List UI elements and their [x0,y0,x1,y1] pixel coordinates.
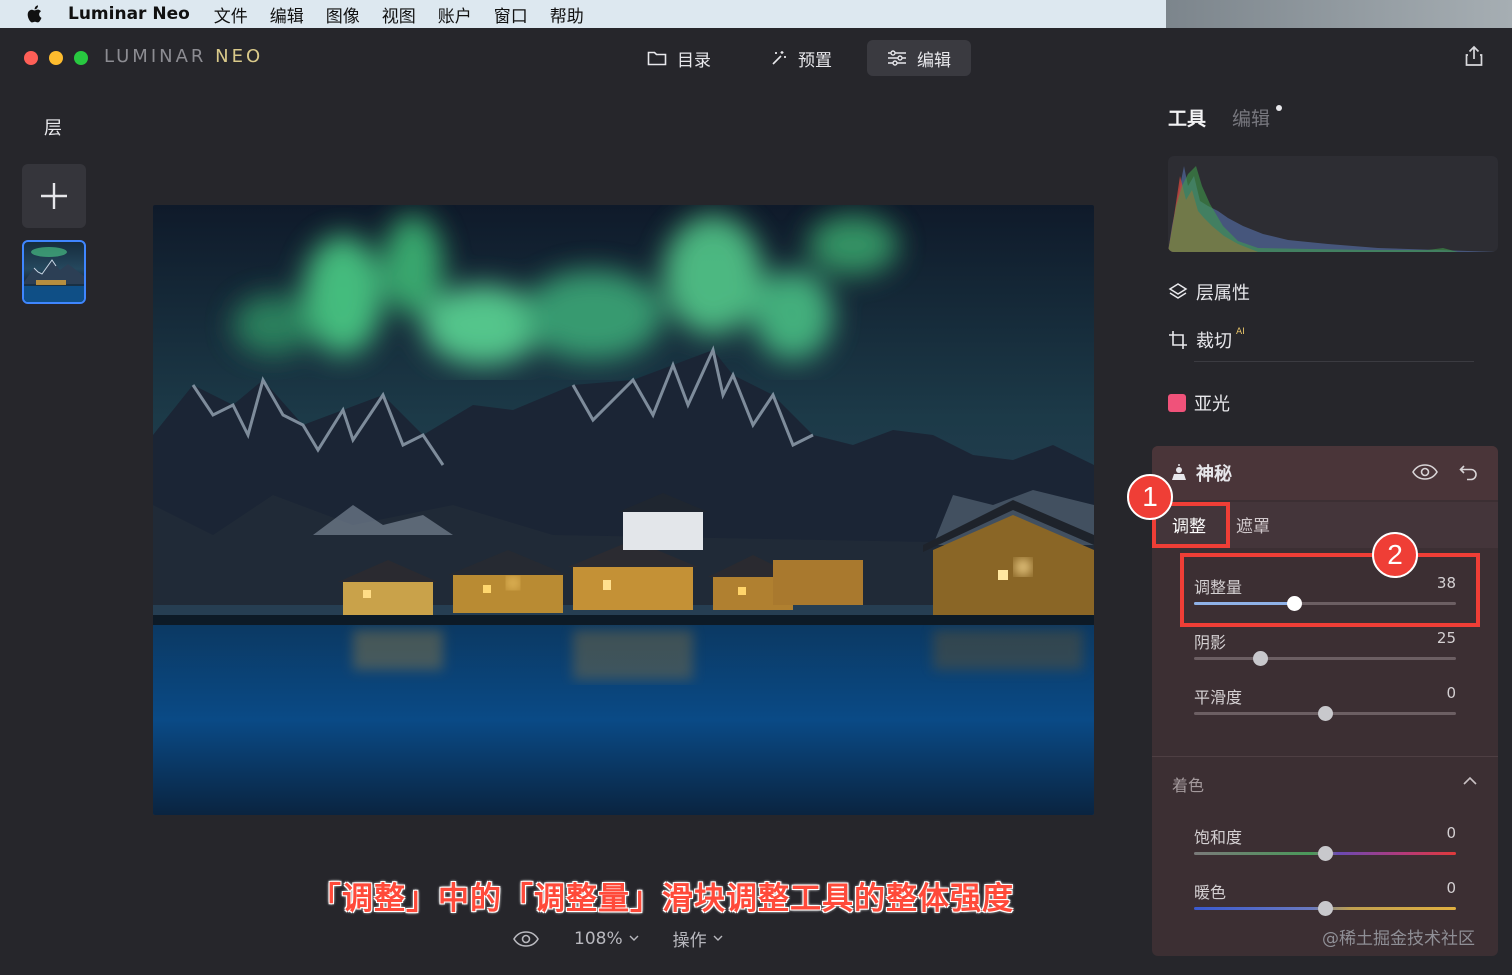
warmth-track[interactable] [1194,901,1456,916]
folder-icon [647,51,667,66]
app-window: LUMINAR NEO 目录 预置 编辑 层 「调整」中的「调整量」滑块调整工具… [0,28,1512,975]
tab-edits[interactable]: 编辑 [1232,104,1270,131]
shadows-track[interactable] [1194,651,1456,666]
tab-presets-label: 预置 [798,50,832,71]
menu-account[interactable]: 账户 [438,2,472,27]
zoom-value: 108% [574,928,623,949]
zoom-dropdown[interactable]: 108% [574,929,639,949]
tab-catalog[interactable]: 目录 [627,40,731,76]
matte-item[interactable]: 亚光 [1168,390,1230,416]
matte-color-swatch [1168,394,1186,412]
zoom-window-button[interactable] [74,51,88,65]
minimize-window-button[interactable] [49,51,63,65]
visibility-eye-icon[interactable] [1411,463,1439,481]
mystical-tool-icon [1172,464,1186,480]
magic-wand-icon [772,51,786,65]
matte-label: 亚光 [1194,394,1230,415]
menu-image[interactable]: 图像 [326,2,360,27]
menu-app-name[interactable]: Luminar Neo [68,4,190,24]
shadows-knob[interactable] [1252,651,1268,666]
layer-properties-item[interactable]: 层属性 [1168,279,1250,305]
saturation-label: 饱和度 [1194,828,1243,847]
canvas-bottom-bar: 108% 操作 [512,926,723,951]
edits-indicator-dot [1276,105,1282,111]
chevron-down-icon [629,935,639,941]
layer-thumbnail-image [24,247,84,302]
annotation-box-amount [1180,553,1480,627]
shadows-label: 阴影 [1194,633,1227,652]
smoothness-knob[interactable] [1318,706,1333,721]
menu-file[interactable]: 文件 [214,2,248,27]
title-bar: LUMINAR NEO 目录 预置 编辑 [0,28,1512,88]
watermark: @稀土掘金技术社区 [1322,929,1475,949]
menu-edit[interactable]: 编辑 [270,2,304,27]
smoothness-value: 0 [1446,684,1456,702]
saturation-value: 0 [1446,824,1456,842]
annotation-caption: 「调整」中的「调整量」滑块调整工具的整体强度 [310,881,1014,917]
saturation-track[interactable] [1194,846,1456,861]
actions-dropdown[interactable]: 操作 [673,926,723,951]
crop-icon [1169,331,1187,349]
warmth-value: 0 [1446,879,1456,897]
subtab-mask[interactable]: 遮罩 [1236,512,1270,537]
plus-icon [41,183,67,209]
layers-title: 层 [44,118,62,139]
crop-item[interactable]: 裁切 AI [1168,327,1245,353]
warmth-knob[interactable] [1318,901,1333,916]
share-icon[interactable] [1462,44,1486,68]
smoothness-label: 平滑度 [1194,688,1243,707]
app-logo: LUMINAR NEO [104,46,264,67]
menu-window[interactable]: 窗口 [494,2,528,27]
undo-icon[interactable] [1459,462,1479,482]
close-window-button[interactable] [24,51,38,65]
ai-badge: AI [1236,327,1245,337]
tab-catalog-label: 目录 [677,50,711,71]
tab-edit-label: 编辑 [917,50,951,71]
apple-logo-icon[interactable] [24,3,46,25]
tab-tools[interactable]: 工具 [1168,104,1206,131]
tool-name: 神秘 [1196,464,1232,485]
shadows-value: 25 [1436,629,1456,647]
menu-view[interactable]: 视图 [382,2,416,27]
aurora-landscape-image [153,205,1094,815]
warmth-label: 暖色 [1194,883,1227,902]
histogram-graph [1168,166,1498,252]
layers-stack-icon [1168,283,1188,299]
saturation-knob[interactable] [1318,846,1333,861]
annotation-badge-2: 2 [1372,532,1418,578]
desktop-background [1166,0,1512,28]
panel-divider [1194,361,1474,362]
menu-help[interactable]: 帮助 [550,2,584,27]
add-layer-button[interactable] [22,164,86,228]
section-divider [1152,756,1498,757]
layer-properties-label: 层属性 [1196,283,1250,304]
actions-label: 操作 [672,931,707,951]
histogram [1168,156,1498,252]
eye-icon [513,930,539,947]
tab-presets[interactable]: 预置 [750,40,852,76]
smoothness-track[interactable] [1194,706,1456,721]
tool-title: 神秘 [1170,460,1232,486]
sliders-icon [888,50,906,66]
photo-canvas[interactable] [153,205,1094,815]
coloring-section-title[interactable]: 着色 [1172,772,1204,796]
tab-edit[interactable]: 编辑 [867,40,971,76]
preview-toggle[interactable] [512,930,540,948]
crop-label: 裁切 [1196,331,1232,352]
chevron-down-icon [713,935,723,941]
macos-menubar: Luminar Neo 文件 编辑 图像 视图 账户 窗口 帮助 [0,0,1166,28]
chevron-up-icon[interactable] [1463,776,1477,785]
annotation-badge-1: 1 [1127,474,1173,520]
tool-header[interactable]: 神秘 [1152,446,1498,500]
layer-thumbnail[interactable] [22,240,86,304]
